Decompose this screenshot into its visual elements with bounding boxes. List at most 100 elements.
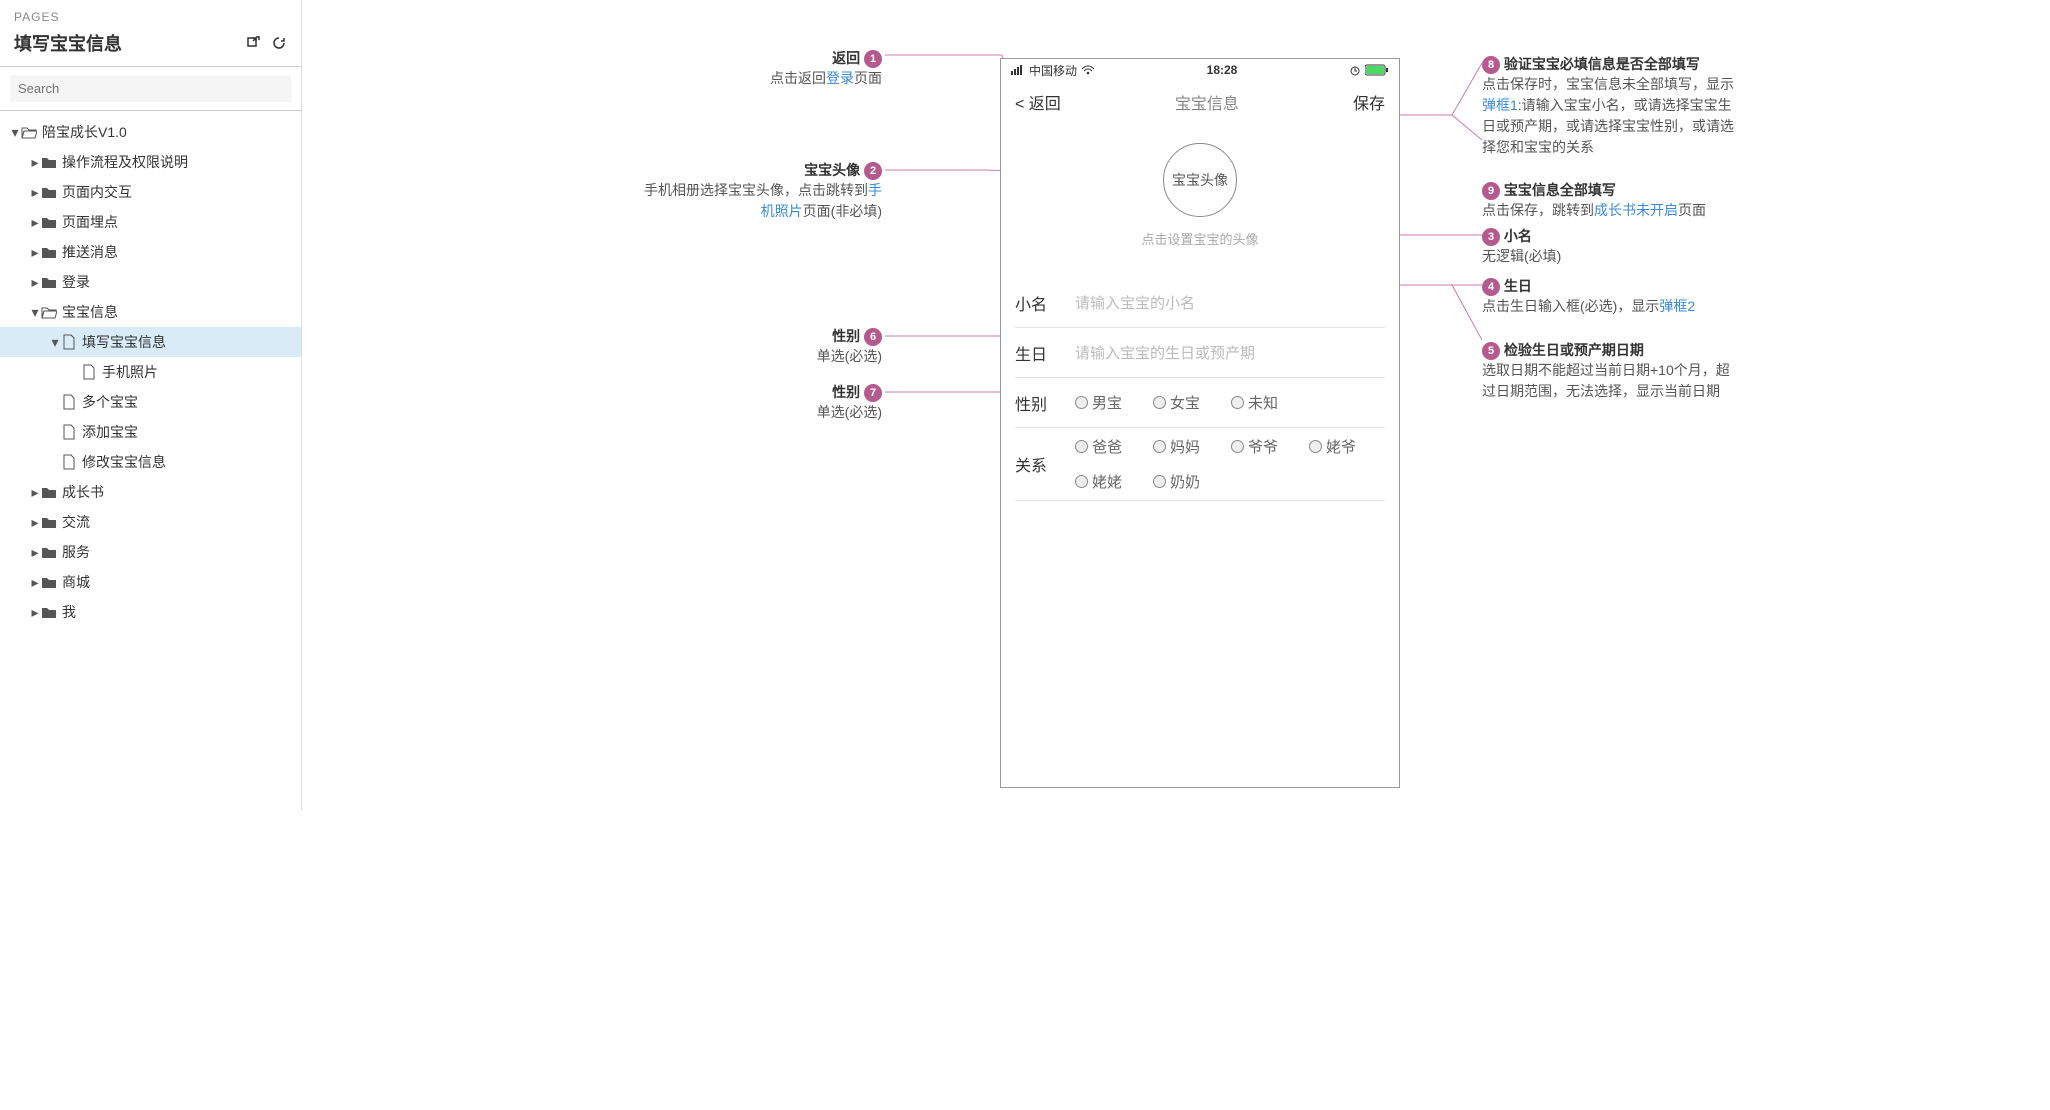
tree-item-label: 手机照片: [102, 362, 158, 382]
expand-arrow-icon[interactable]: ▸: [30, 544, 40, 561]
annotation-4: 4 生日 点击生日输入框(必选)，显示弹框2: [1482, 276, 1742, 317]
tree-item-label: 登录: [62, 272, 90, 292]
gender-option[interactable]: 未知: [1231, 392, 1287, 413]
tree-item-label: 修改宝宝信息: [82, 452, 166, 472]
tree-item[interactable]: ▾ 宝宝信息: [0, 297, 301, 327]
tree-item[interactable]: ▸我: [0, 597, 301, 627]
back-button[interactable]: < 返回: [1015, 90, 1061, 114]
tree-item[interactable]: ▸ 登录: [0, 267, 301, 297]
relation-option[interactable]: 爸爸: [1075, 436, 1131, 457]
tree-item[interactable]: 手机照片: [0, 357, 301, 387]
page-icon: [60, 334, 78, 350]
folder-icon: [40, 575, 58, 589]
tree-item-label: 宝宝信息: [62, 302, 118, 322]
row-birthday[interactable]: 生日 请输入宝宝的生日或预产期: [1015, 328, 1385, 378]
tree-item[interactable]: ▸页面埋点: [0, 207, 301, 237]
birthday-label: 生日: [1015, 341, 1075, 365]
birthday-placeholder: 请输入宝宝的生日或预产期: [1075, 342, 1385, 363]
tree-item[interactable]: ▸推送消息: [0, 237, 301, 267]
expand-arrow-icon[interactable]: ▸: [30, 274, 40, 291]
expand-arrow-icon[interactable]: ▾: [10, 124, 20, 141]
annotation-1: 返回 1 点击返回登录页面: [642, 48, 882, 89]
status-bar: 中国移动 18:28: [1001, 59, 1399, 81]
radio-icon: [1153, 396, 1166, 409]
radio-label: 奶奶: [1170, 471, 1200, 492]
radio-label: 妈妈: [1170, 436, 1200, 457]
tree-item[interactable]: ▸ 成长书: [0, 477, 301, 507]
relation-option[interactable]: 爷爷: [1231, 436, 1287, 457]
radio-label: 姥姥: [1092, 471, 1122, 492]
gender-option[interactable]: 女宝: [1153, 392, 1209, 413]
folder-icon: [40, 185, 58, 199]
tree-item[interactable]: ▾ 陪宝成长V1.0: [0, 117, 301, 147]
tree-item[interactable]: ▸页面内交互: [0, 177, 301, 207]
folder-open-icon: [20, 125, 38, 139]
expand-arrow-icon[interactable]: ▸: [30, 604, 40, 621]
expand-arrow-icon[interactable]: ▸: [30, 514, 40, 531]
save-button[interactable]: 保存: [1353, 90, 1385, 114]
tree-item[interactable]: 添加宝宝: [0, 417, 301, 447]
page-icon: [60, 424, 78, 440]
expand-arrow-icon[interactable]: ▸: [30, 484, 40, 501]
expand-arrow-icon[interactable]: ▸: [30, 154, 40, 171]
relation-option[interactable]: 姥爷: [1309, 436, 1365, 457]
page-icon: [60, 454, 78, 470]
sidebar: PAGES 填写宝宝信息 ▾陪宝成长V1.0▸操作流程及权限说明▸页面内交互▸页…: [0, 0, 302, 810]
wifi-icon: [1081, 65, 1095, 75]
radio-label: 姥爷: [1326, 436, 1356, 457]
export-icon[interactable]: [245, 35, 261, 51]
row-gender: 性别 男宝女宝未知: [1015, 378, 1385, 428]
expand-arrow-icon[interactable]: ▸: [30, 184, 40, 201]
phone-mockup: 中国移动 18:28 < 返回 宝宝信息 保: [1000, 58, 1400, 788]
gender-option[interactable]: 男宝: [1075, 392, 1131, 413]
expand-arrow-icon[interactable]: ▸: [30, 244, 40, 261]
folder-open-icon: [40, 305, 58, 319]
folder-icon: [40, 155, 58, 169]
page-icon: [80, 364, 98, 380]
signal-icon: [1011, 65, 1025, 75]
nav-bar: < 返回 宝宝信息 保存: [1001, 81, 1399, 123]
folder-icon: [40, 545, 58, 559]
radio-label: 爷爷: [1248, 436, 1278, 457]
tree-item-label: 成长书: [62, 482, 104, 502]
relation-option[interactable]: 奶奶: [1153, 471, 1209, 492]
tree-item-label: 操作流程及权限说明: [62, 152, 188, 172]
canvas[interactable]: 中国移动 18:28 < 返回 宝宝信息 保: [302, 0, 2050, 810]
search-input[interactable]: [10, 75, 291, 102]
radio-icon: [1231, 440, 1244, 453]
tree-item[interactable]: 修改宝宝信息: [0, 447, 301, 477]
avatar-placeholder[interactable]: 宝宝头像: [1163, 143, 1237, 217]
folder-icon: [40, 245, 58, 259]
radio-label: 男宝: [1092, 392, 1122, 413]
status-time: 18:28: [1207, 63, 1238, 77]
expand-arrow-icon[interactable]: ▾: [50, 334, 60, 351]
radio-icon: [1075, 440, 1088, 453]
expand-arrow-icon[interactable]: ▸: [30, 574, 40, 591]
tree-item-label: 陪宝成长V1.0: [42, 122, 127, 142]
refresh-icon[interactable]: [271, 35, 287, 51]
tree-item-label: 服务: [62, 542, 90, 562]
relation-option[interactable]: 姥姥: [1075, 471, 1131, 492]
annotation-2: 宝宝头像 2 手机相册选择宝宝头像，点击跳转到手机照片页面(非必填): [642, 160, 882, 222]
expand-arrow-icon[interactable]: ▸: [30, 214, 40, 231]
annotation-3: 3 小名 无逻辑(必填): [1482, 226, 1742, 267]
tree-item[interactable]: ▸交流: [0, 507, 301, 537]
folder-icon: [40, 605, 58, 619]
folder-icon: [40, 515, 58, 529]
tree-item[interactable]: ▾填写宝宝信息: [0, 327, 301, 357]
tree-item[interactable]: ▸商城: [0, 567, 301, 597]
annotation-7: 性别 7 单选(必选): [642, 382, 882, 423]
battery-icon: [1365, 64, 1389, 76]
tree-item[interactable]: ▸ 服务: [0, 537, 301, 567]
radio-icon: [1153, 440, 1166, 453]
tree-item[interactable]: ▸ 操作流程及权限说明: [0, 147, 301, 177]
tree-item[interactable]: 多个宝宝: [0, 387, 301, 417]
radio-icon: [1231, 396, 1244, 409]
expand-arrow-icon[interactable]: ▾: [30, 304, 40, 321]
folder-icon: [40, 215, 58, 229]
relation-option[interactable]: 妈妈: [1153, 436, 1209, 457]
folder-icon: [40, 275, 58, 289]
radio-icon: [1075, 396, 1088, 409]
tree-item-label: 添加宝宝: [82, 422, 138, 442]
row-nickname[interactable]: 小名 请输入宝宝的小名: [1015, 278, 1385, 328]
